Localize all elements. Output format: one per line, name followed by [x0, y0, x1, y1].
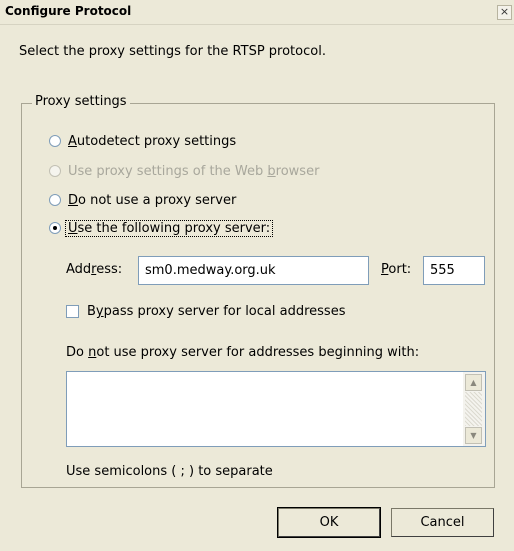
cancel-button[interactable]: Cancel [391, 508, 494, 537]
radio-use-following-circle[interactable] [49, 222, 61, 234]
radio-autodetect[interactable]: Autodetect proxy settings [49, 132, 236, 150]
scroll-down-icon[interactable]: ▼ [465, 427, 482, 444]
configure-protocol-dialog: Configure Protocol × Select the proxy se… [0, 0, 514, 551]
title-bar: Configure Protocol × [0, 0, 514, 25]
dialog-title: Configure Protocol [5, 4, 132, 18]
instruction-text: Select the proxy settings for the RTSP p… [19, 44, 326, 59]
radio-use-following[interactable]: Use the following proxy server: [49, 219, 274, 237]
radio-browser-settings: Use proxy settings of the Web browser [49, 162, 319, 180]
port-label: Port: [381, 262, 412, 277]
radio-autodetect-circle[interactable] [49, 135, 61, 147]
address-label: Address: [66, 262, 123, 277]
bypass-local-label: Bypass proxy server for local addresses [87, 304, 346, 319]
radio-use-following-label: Use the following proxy server: [65, 219, 274, 237]
radio-browser-settings-label: Use proxy settings of the Web browser [68, 163, 320, 179]
exceptions-label: Do not use proxy server for addresses be… [66, 345, 420, 360]
bypass-local-box[interactable] [66, 305, 79, 318]
separator-hint: Use semicolons ( ; ) to separate [66, 464, 273, 479]
scroll-up-icon[interactable]: ▲ [465, 374, 482, 391]
radio-autodetect-label: Autodetect proxy settings [68, 133, 237, 149]
scroll-track[interactable] [465, 392, 482, 426]
exceptions-scrollbar[interactable]: ▲ ▼ [463, 372, 485, 446]
radio-no-proxy[interactable]: Do not use a proxy server [49, 191, 236, 209]
radio-browser-settings-circle [49, 165, 61, 177]
ok-button[interactable]: OK [277, 507, 381, 538]
proxy-settings-legend: Proxy settings [32, 94, 130, 109]
bypass-local-checkbox[interactable]: Bypass proxy server for local addresses [66, 304, 345, 319]
close-icon[interactable]: × [497, 5, 512, 20]
address-input[interactable]: sm0.medway.org.uk [138, 256, 369, 285]
port-input[interactable]: 555 [423, 256, 485, 285]
radio-no-proxy-label: Do not use a proxy server [68, 192, 237, 208]
radio-no-proxy-circle[interactable] [49, 194, 61, 206]
exceptions-textarea[interactable]: ▲ ▼ [66, 371, 486, 447]
